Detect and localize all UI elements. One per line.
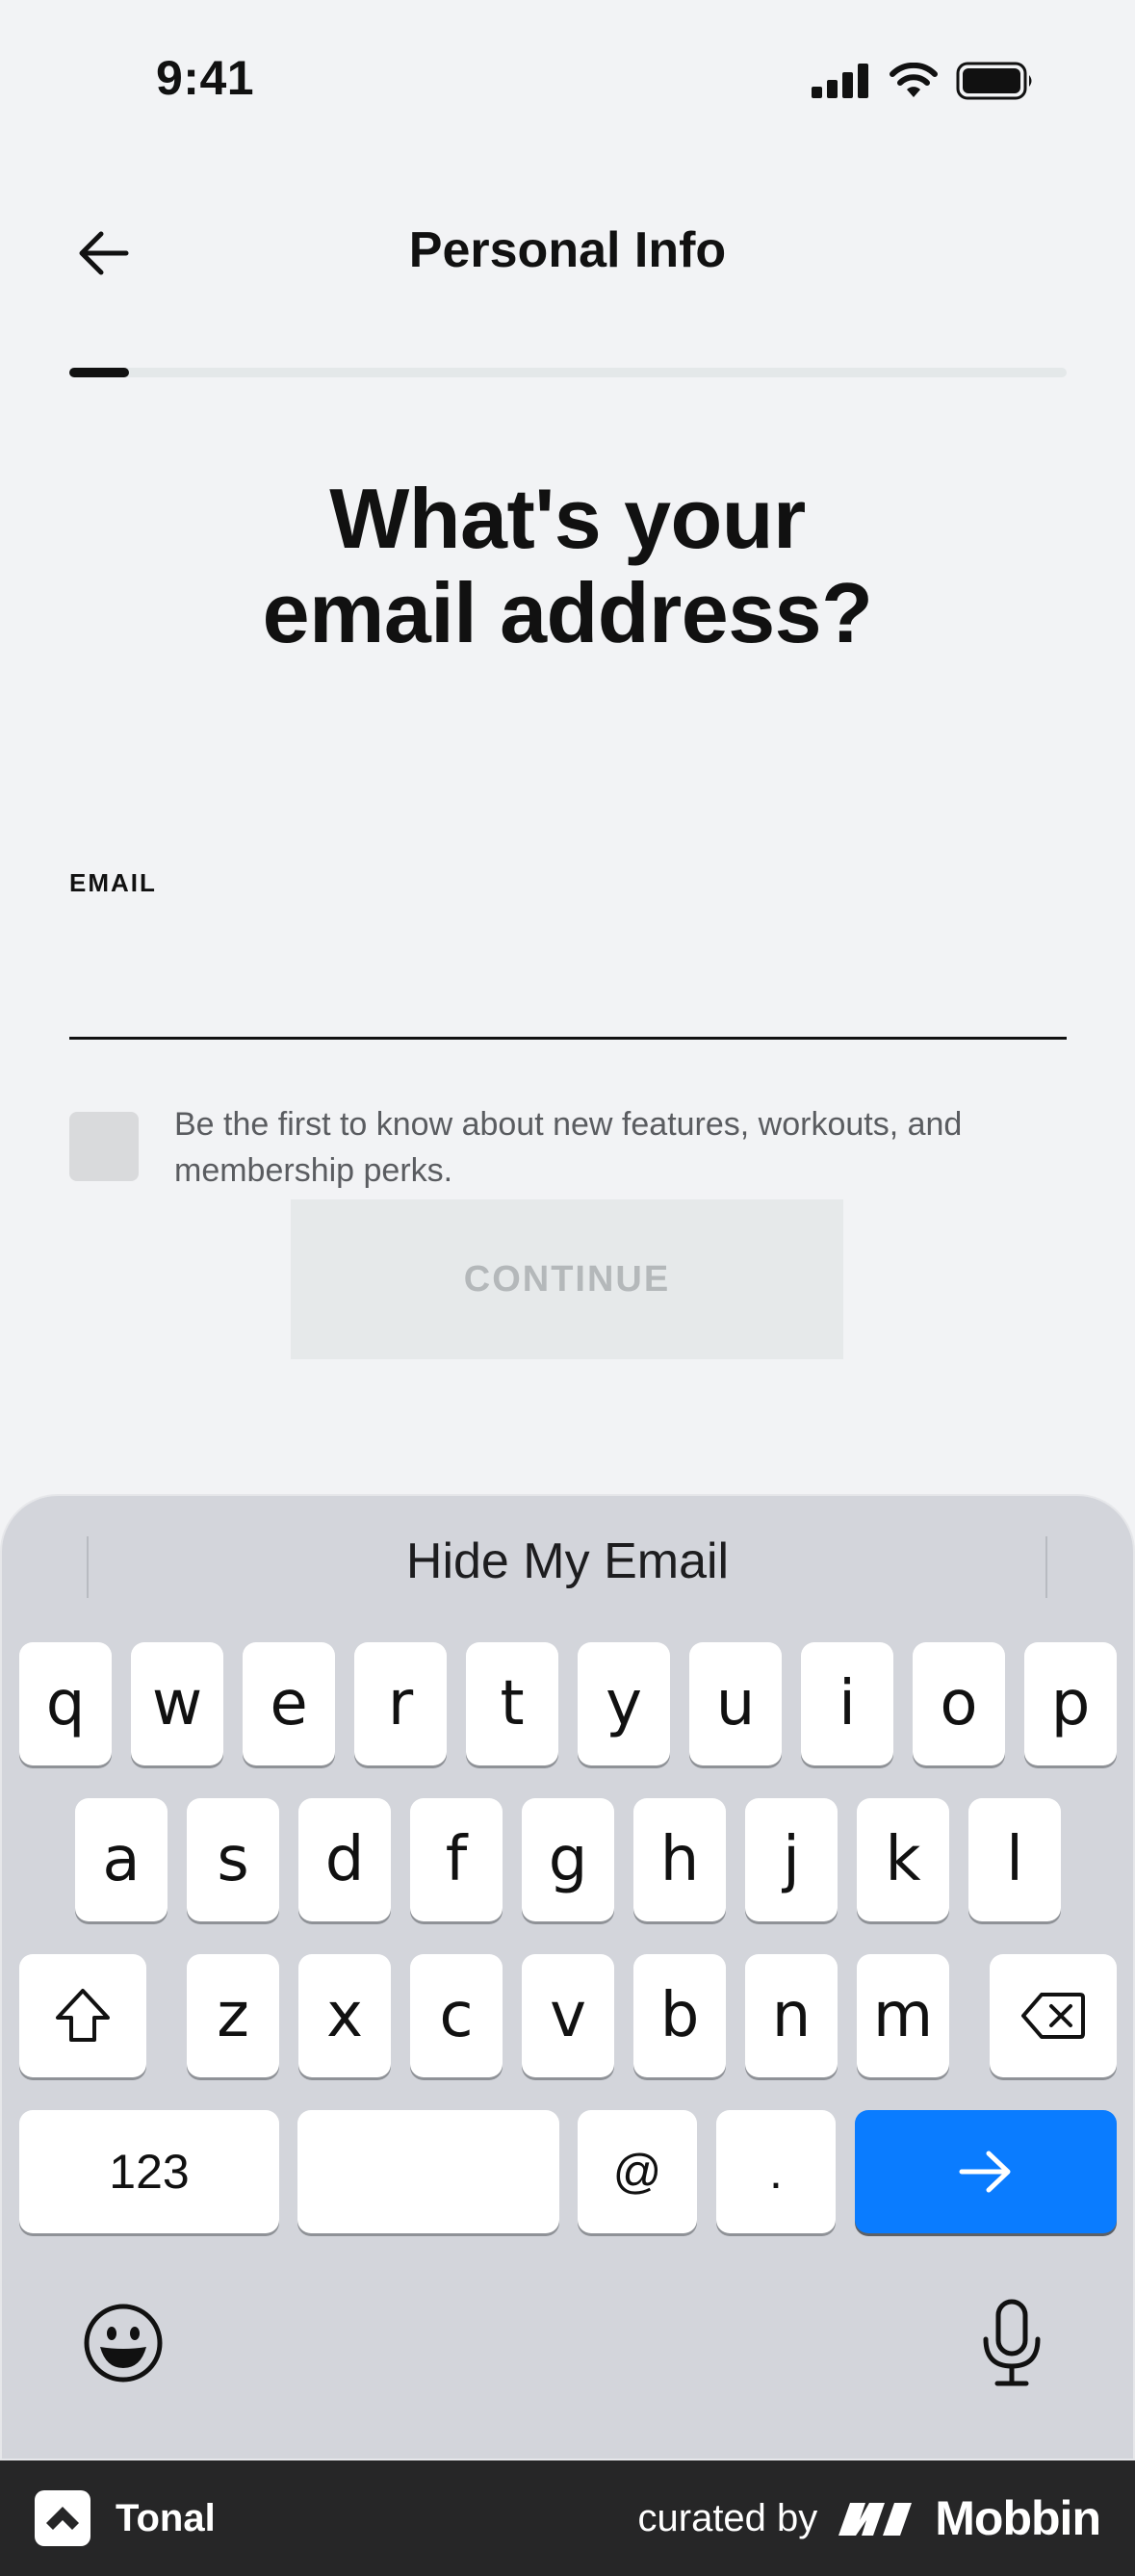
status-time: 9:41 [156,51,255,105]
go-key[interactable] [855,2110,1117,2233]
key-h[interactable]: h [633,1798,726,1921]
key-n[interactable]: n [745,1954,838,2077]
mobbin-logo-icon [838,2503,913,2536]
key-t[interactable]: t [466,1642,558,1765]
key-c[interactable]: c [410,1954,503,2077]
numbers-key[interactable]: 123 [19,2110,279,2233]
progress-bar [69,368,1067,377]
tonal-logo-icon [35,2490,90,2546]
key-j[interactable]: j [745,1798,838,1921]
email-input[interactable] [69,924,1067,1040]
space-key[interactable] [297,2110,559,2233]
progress-fill [69,368,130,377]
opt-in-checkbox[interactable] [69,1112,139,1181]
opt-in-text: Be the first to know about new features,… [174,1106,963,1189]
emoji-smile-icon [84,2304,163,2383]
wifi-icon [890,63,938,97]
question-heading: What's your email address? [0,472,1135,660]
email-label: EMAIL [69,868,157,897]
page-title: Personal Info [408,222,727,278]
key-d[interactable]: d [298,1798,391,1921]
arrow-right-icon [959,2151,1011,2193]
key-z[interactable]: z [187,1954,279,2077]
key-a[interactable]: a [75,1798,168,1921]
dot-key[interactable]: . [716,2110,836,2233]
shift-key[interactable] [19,1954,146,2077]
key-m[interactable]: m [857,1954,949,2077]
cellular-signal-icon [812,64,868,98]
battery-icon [956,62,1032,100]
hide-my-email-suggestion[interactable]: Hide My Email [0,1533,1135,1590]
key-l[interactable]: l [968,1798,1061,1921]
key-q[interactable]: q [19,1642,112,1765]
status-icons [812,62,1035,100]
key-s[interactable]: s [187,1798,279,1921]
footer-curated-by: curated by [637,2496,818,2539]
key-f[interactable]: f [410,1798,503,1921]
question-line-2: email address? [262,565,873,660]
footer-app-name: Tonal [116,2496,216,2539]
continue-button[interactable]: CONTINUE [291,1199,843,1359]
key-g[interactable]: g [522,1798,614,1921]
key-r[interactable]: r [354,1642,447,1765]
key-o[interactable]: o [913,1642,1005,1765]
delete-key[interactable] [990,1954,1117,2077]
backspace-icon [1021,1993,1085,2039]
key-p[interactable]: p [1024,1642,1117,1765]
footer-bar: Tonal curated by Mobbin [0,2460,1135,2576]
key-u[interactable]: u [689,1642,782,1765]
key-e[interactable]: e [243,1642,335,1765]
shift-arrow-icon [56,1989,110,2042]
emoji-button[interactable] [83,2303,164,2388]
key-v[interactable]: v [522,1954,614,2077]
key-b[interactable]: b [633,1954,726,2077]
key-i[interactable]: i [801,1642,893,1765]
key-y[interactable]: y [578,1642,670,1765]
at-key[interactable]: @ [578,2110,697,2233]
microphone-button[interactable] [980,2299,1044,2392]
key-x[interactable]: x [298,1954,391,2077]
question-line-1: What's your [329,471,806,566]
microphone-icon [983,2299,1041,2386]
key-w[interactable]: w [131,1642,223,1765]
footer-brand: Mobbin [935,2491,1101,2545]
key-k[interactable]: k [857,1798,949,1921]
